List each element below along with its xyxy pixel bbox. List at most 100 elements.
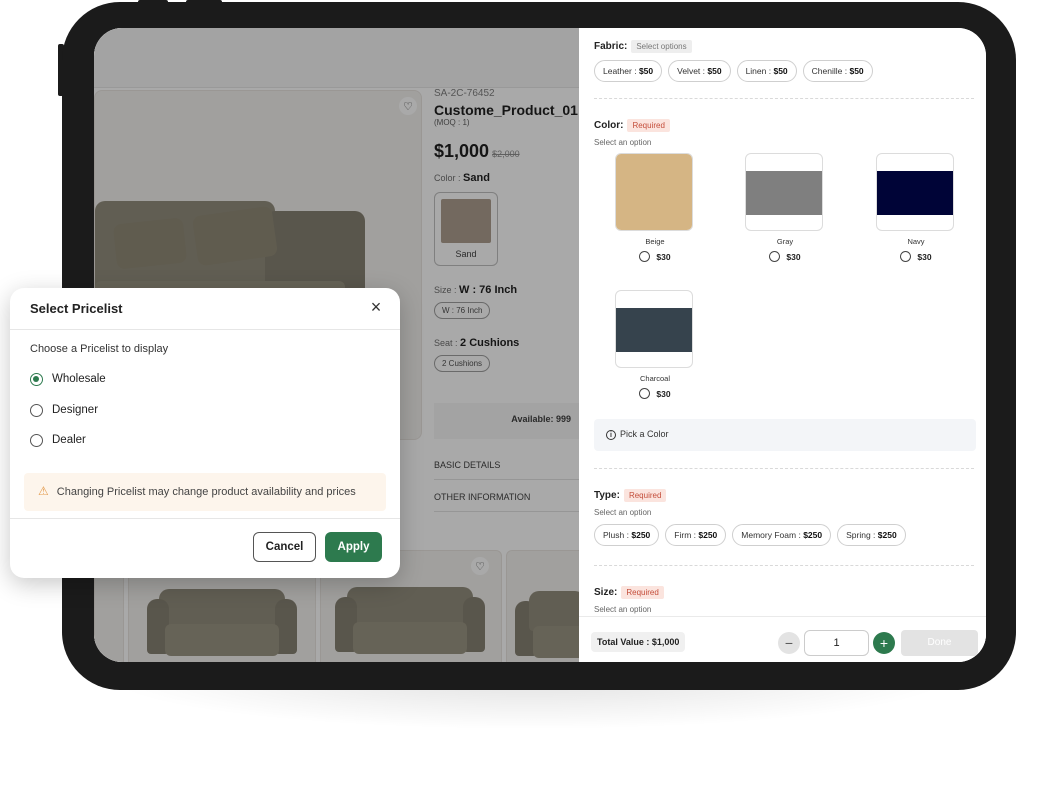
option-name: Plush [603,530,625,540]
option-price: $50 [849,66,864,76]
type-subtitle: Select an option [594,508,652,517]
dialog-header: Select Pricelist × [10,288,400,330]
pricelist-option-designer[interactable]: Designer [30,401,98,419]
radio-button[interactable] [769,251,781,262]
select-pricelist-dialog: Select Pricelist × Choose a Pricelist to… [10,288,400,578]
color-option-price-row: $30 [745,251,825,262]
pricelist-option-dealer[interactable]: Dealer [30,431,86,449]
color-hint: i Pick a Color [594,419,976,451]
radio-button[interactable] [900,251,912,262]
color-swatch [615,153,693,231]
config-panel: Fabric: Select options Leather : $50 Velv… [579,28,986,662]
fabric-option-linen[interactable]: Linen : $50 [736,60,797,82]
color-swatch [876,153,954,231]
type-label: Type: [594,490,620,501]
color-hint-text: Pick a Color [620,429,669,439]
required-tag: Required [627,119,670,132]
fabric-options: Leather : $50 Velvet : $50 Linen : $50 C… [594,60,976,82]
option-name: Chenille [811,66,843,76]
type-option-spring[interactable]: Spring : $250 [837,524,906,546]
type-heading: Type: Required [594,489,976,502]
color-option-name: Gray [776,237,794,246]
cancel-button[interactable]: Cancel [253,532,316,562]
size-subtitle: Select an option [594,605,652,614]
option-price: $50 [638,66,654,76]
dialog-footer-divider [10,518,400,519]
color-option-name: Beige [645,237,665,246]
dialog-prompt: Choose a Pricelist to display [30,343,169,355]
apply-button[interactable]: Apply [325,532,382,562]
color-option-beige[interactable]: Beige $30 [615,153,695,262]
option-price: $50 [707,66,722,76]
size-heading: Size: Required [594,586,976,599]
option-name: Leather [603,66,632,76]
type-section: Type: Required Select an option Plush : $… [594,489,976,546]
option-name: Memory Foam [741,530,797,540]
radio-button[interactable] [30,433,43,447]
type-option-plush[interactable]: Plush : $250 [594,524,660,546]
radio-button[interactable] [639,388,651,399]
type-option-firm[interactable]: Firm : $250 [665,524,727,546]
config-footer: Total Value : $1,000 − 1 + Done [579,616,986,662]
close-icon[interactable]: × [366,297,386,317]
warning-banner: ⚠ Changing Pricelist may change product a… [24,473,386,511]
swatch-fill [877,171,953,215]
type-option-memory-foam[interactable]: Memory Foam : $250 [732,524,832,546]
fabric-section: Fabric: Select options Leather : $50 Velv… [594,40,976,82]
color-option-name: Navy [907,237,925,246]
color-option-price: $30 [917,251,932,262]
stage: ♡ SA-2C-76452 Custome_Product_01 (MOQ : … [0,0,1050,800]
option-label: Wholesale [52,373,106,385]
radio-button[interactable] [30,403,43,417]
done-button[interactable]: Done [901,630,978,656]
option-price: $250 [877,530,897,540]
color-heading: Color: Required [594,119,976,132]
divider [594,468,974,469]
pricelist-option-wholesale[interactable]: Wholesale [30,370,106,388]
option-name: Spring [846,530,871,540]
color-option-navy[interactable]: Navy $30 [876,153,956,262]
type-options: Plush : $250 Firm : $250 Memory Foam : $… [594,524,976,546]
option-name: Linen [745,66,767,76]
color-option-price: $30 [786,251,801,262]
option-label: Designer [52,404,99,416]
color-swatch [745,153,823,231]
warning-icon: ⚠ [38,484,49,498]
quantity-input[interactable]: 1 [804,630,869,656]
size-section-label: Size: [594,587,618,598]
color-option-charcoal[interactable]: Charcoal $30 [615,290,695,399]
fabric-heading: Fabric: Select options [594,40,976,53]
swatch-fill [746,171,822,215]
fabric-option-leather[interactable]: Leather : $50 [594,60,663,82]
info-icon: i [606,430,616,440]
color-option-price-row: $30 [615,388,695,399]
quantity-decrement-button[interactable]: − [778,632,800,654]
color-option-price: $30 [656,251,671,262]
option-price: $250 [631,530,651,540]
option-name: Velvet [677,66,701,76]
color-subtitle: Select an option [594,138,652,147]
color-swatch [615,290,693,368]
option-price: $250 [698,530,718,540]
color-section: Color: Required Select an option [594,119,976,147]
option-label: Dealer [52,434,86,446]
radio-button-selected[interactable] [30,372,43,386]
quantity-increment-button[interactable]: + [873,632,895,654]
radio-button[interactable] [639,251,651,262]
option-name: Firm [674,530,692,540]
color-option-price-row: $30 [615,251,695,262]
color-section-label: Color: [594,120,624,131]
dialog-title: Select Pricelist [30,301,123,316]
warning-text: Changing Pricelist may change product av… [56,486,356,498]
option-price: $50 [773,66,788,76]
color-option-gray[interactable]: Gray $30 [745,153,825,262]
required-tag: Required [621,586,664,599]
fabric-option-velvet[interactable]: Velvet : $50 [668,60,731,82]
fabric-option-chenille[interactable]: Chenille : $50 [802,60,873,82]
option-price: $250 [803,530,823,540]
divider [594,565,974,566]
fabric-label: Fabric: [594,41,628,52]
swatch-fill [616,154,692,230]
size-section: Size: Required Select an option [594,586,976,614]
color-option-price-row: $30 [876,251,956,262]
